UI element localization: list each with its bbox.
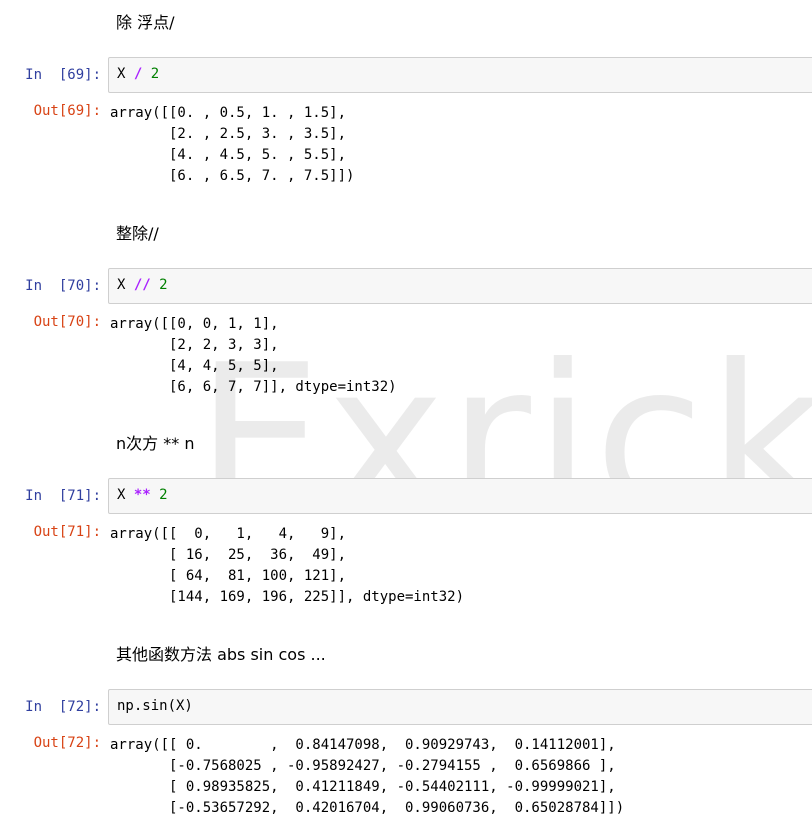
in-prompt-71: In [71]:: [25, 488, 101, 504]
code-input-71[interactable]: X ** 2: [108, 478, 812, 514]
in-prompt-72: In [72]:: [25, 699, 101, 715]
code-input-72[interactable]: np.sin(X): [108, 689, 812, 725]
markdown-cell-69: 除 浮点/: [116, 13, 175, 32]
notebook: Exrick 除 浮点/ In [69]: X / 2 Out[69]: arr…: [0, 0, 812, 825]
code-text-71: X ** 2: [117, 487, 168, 503]
code-text-70: X // 2: [117, 277, 168, 293]
output-69: array([[0. , 0.5, 1. , 1.5], [2. , 2.5, …: [110, 105, 355, 184]
out-prompt-70: Out[70]:: [33, 314, 101, 330]
output-72: array([[ 0. , 0.84147098, 0.90929743, 0.…: [110, 737, 625, 816]
code-input-69[interactable]: X / 2: [108, 57, 812, 93]
out-prompt-71: Out[71]:: [33, 524, 101, 540]
code-text-72: np.sin(X): [117, 698, 193, 714]
out-prompt-72: Out[72]:: [33, 735, 101, 751]
markdown-cell-71: n次方 ** n: [116, 434, 195, 453]
in-prompt-70: In [70]:: [25, 278, 101, 294]
code-text-69: X / 2: [117, 66, 160, 82]
in-prompt-69: In [69]:: [25, 67, 101, 83]
markdown-cell-72: 其他函数方法 abs sin cos ...: [116, 645, 326, 664]
out-prompt-69: Out[69]:: [33, 103, 101, 119]
code-input-70[interactable]: X // 2: [108, 268, 812, 304]
output-70: array([[0, 0, 1, 1], [2, 2, 3, 3], [4, 4…: [110, 316, 397, 395]
markdown-cell-70: 整除//: [116, 224, 159, 243]
output-71: array([[ 0, 1, 4, 9], [ 16, 25, 36, 49],…: [110, 526, 465, 605]
